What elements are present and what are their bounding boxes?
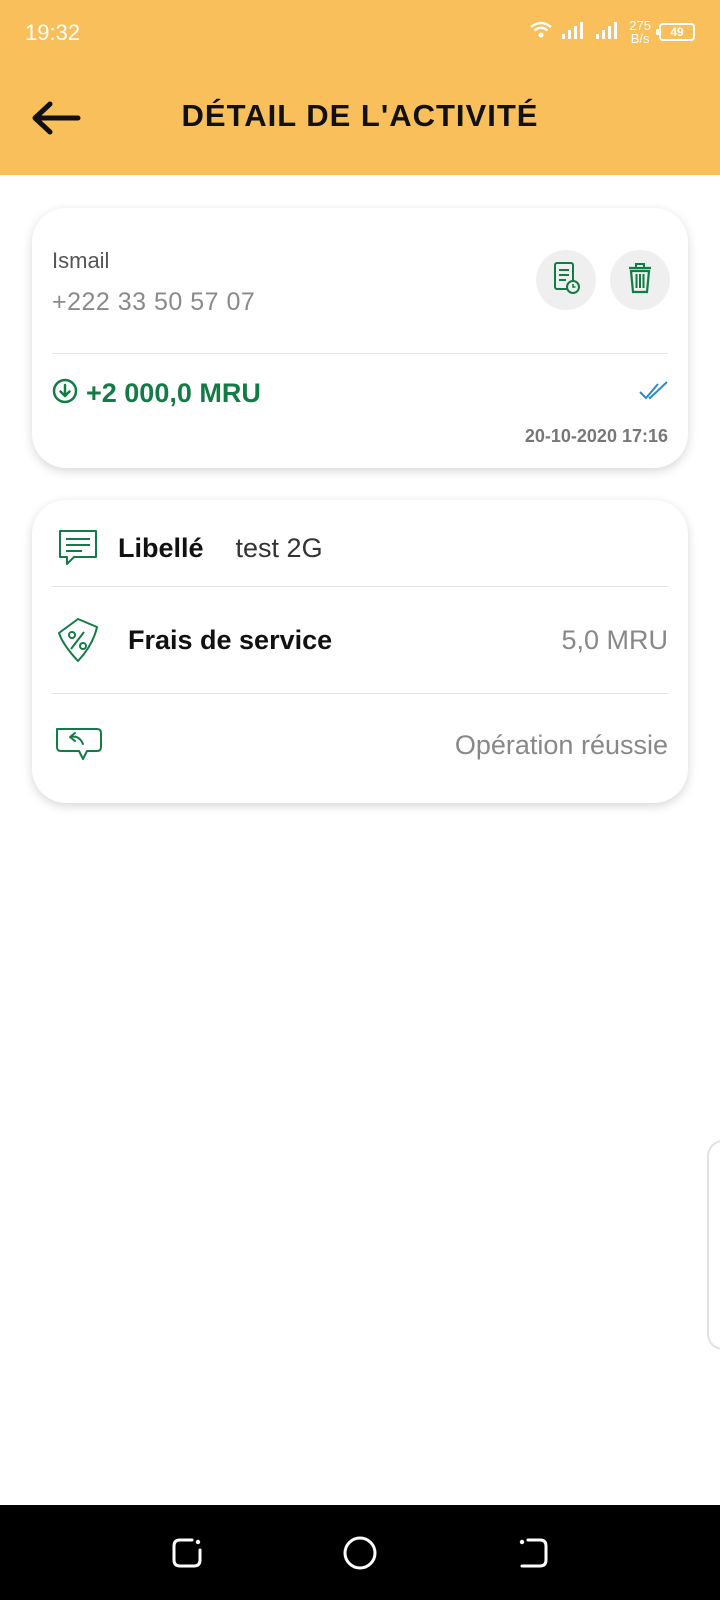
transaction-card: Ismail +222 33 50 57 07 +2 000,0 MRU 20-… [32, 208, 688, 468]
battery-icon: 49 [656, 23, 695, 41]
status-value: Opération réussie [454, 729, 668, 760]
fee-title: Frais de service [128, 624, 333, 655]
trash-icon [626, 261, 654, 300]
recent-apps-icon [170, 1536, 204, 1575]
transaction-amount: +2 000,0 MRU [86, 378, 261, 408]
wifi-icon [529, 20, 553, 45]
system-back-button[interactable] [508, 1530, 558, 1580]
home-button[interactable] [335, 1530, 385, 1580]
status-row: Opération réussie [52, 715, 668, 775]
edge-panel-handle[interactable] [707, 1140, 720, 1350]
system-nav-bar [0, 1505, 720, 1600]
header-bar: 19:32 275 B/s 49 DÉTAIL DE L'ACTIVITÉ [0, 0, 720, 175]
status-time: 19:32 [25, 20, 81, 45]
net-speed-unit: B/s [630, 31, 650, 46]
receipt-button[interactable] [536, 250, 596, 310]
transaction-datetime: 20-10-2020 17:16 [524, 426, 668, 446]
details-card: Libellé test 2G Frais de service 5,0 MRU [32, 500, 688, 803]
amount-row: +2 000,0 MRU [52, 378, 261, 409]
divider [52, 586, 668, 587]
signal-icon [561, 20, 587, 45]
message-icon [52, 522, 104, 574]
label-title: Libellé [118, 532, 204, 563]
back-nav-icon [516, 1536, 550, 1575]
signal-icon [595, 20, 621, 45]
divider [52, 693, 668, 694]
arrow-down-circle-icon [52, 378, 78, 409]
contact-phone: +222 33 50 57 07 [52, 288, 256, 316]
page-title: DÉTAIL DE L'ACTIVITÉ [181, 98, 539, 133]
recent-apps-button[interactable] [162, 1530, 212, 1580]
screen: 19:32 275 B/s 49 DÉTAIL DE L'ACTIVITÉ Is… [0, 0, 720, 1600]
status-icons: 275 B/s 49 [529, 18, 695, 46]
label-value: test 2G [235, 532, 323, 563]
delete-button[interactable] [610, 250, 670, 310]
double-check-icon [638, 380, 670, 407]
battery-level: 49 [670, 25, 684, 39]
fee-value: 5,0 MRU [561, 624, 668, 655]
fee-row: Frais de service 5,0 MRU [52, 610, 668, 670]
label-row: Libellé test 2G [52, 518, 668, 578]
net-speed: 275 B/s [629, 19, 651, 45]
divider [52, 353, 668, 354]
contact-name: Ismail [52, 248, 110, 273]
percent-tag-icon [52, 614, 104, 666]
receipt-icon [551, 261, 581, 300]
reply-bubble-icon [52, 719, 104, 771]
home-circle-icon [342, 1535, 378, 1576]
